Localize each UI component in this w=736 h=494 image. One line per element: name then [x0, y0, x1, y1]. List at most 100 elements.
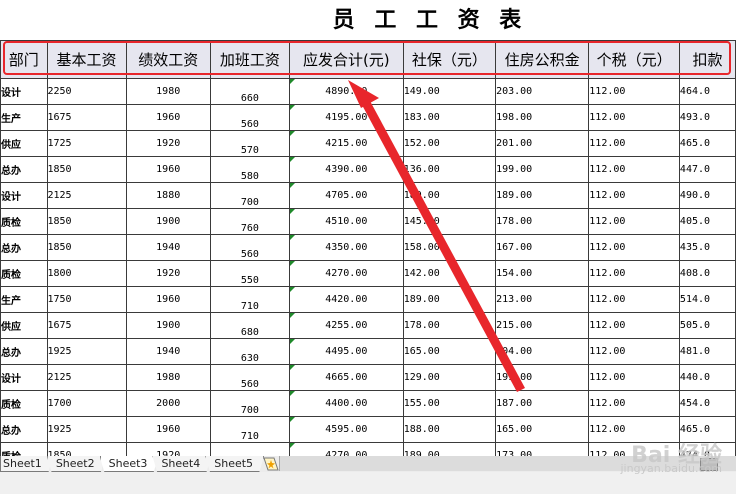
cell-gross[interactable]: 4215.00 [288, 130, 404, 157]
cell-tax[interactable]: 112.00 [588, 260, 680, 287]
cell-overtime[interactable]: 760 [209, 208, 290, 235]
cell-gross[interactable]: 4665.00 [288, 364, 404, 391]
cell-base[interactable]: 2125 [46, 182, 127, 209]
cell-deduction[interactable]: 408.0 [678, 260, 736, 287]
cell-social[interactable]: 189.00 [402, 182, 497, 209]
cell-gross[interactable]: 4510.00 [288, 208, 404, 235]
cell-dept[interactable]: 供应 [0, 130, 48, 157]
cell-dept[interactable]: 总办 [0, 416, 48, 443]
cell-tax[interactable]: 112.00 [588, 234, 680, 261]
cell-overtime[interactable]: 580 [209, 156, 290, 183]
tab-sheet2[interactable]: Sheet2 [46, 456, 106, 472]
cell-tax[interactable]: 112.00 [588, 130, 680, 157]
cell-overtime[interactable]: 560 [209, 104, 290, 131]
cell-deduction[interactable]: 464.0 [678, 78, 736, 105]
cell-dept[interactable]: 生产 [0, 104, 48, 131]
cell-housing[interactable]: 213.00 [495, 286, 590, 313]
cell-social[interactable]: 142.00 [402, 260, 497, 287]
cell-performance[interactable]: 1920 [125, 130, 211, 157]
cell-base[interactable]: 2250 [46, 78, 127, 105]
cell-social[interactable]: 183.00 [402, 104, 497, 131]
cell-base[interactable]: 1750 [46, 286, 127, 313]
cell-base[interactable]: 1850 [46, 234, 127, 261]
cell-tax[interactable]: 112.00 [588, 104, 680, 131]
cell-performance[interactable]: 1960 [125, 416, 211, 443]
cell-deduction[interactable]: 454.0 [678, 390, 736, 417]
cell-performance[interactable]: 1980 [125, 364, 211, 391]
add-sheet-icon[interactable] [262, 457, 280, 471]
tab-sheet3[interactable]: Sheet3 [99, 456, 159, 472]
cell-social[interactable]: 149.00 [402, 78, 497, 105]
cell-performance[interactable]: 1980 [125, 78, 211, 105]
cell-dept[interactable]: 总办 [0, 156, 48, 183]
cell-housing[interactable]: 167.00 [495, 234, 590, 261]
horizontal-scrollbar[interactable] [279, 456, 736, 471]
cell-performance[interactable]: 1960 [125, 156, 211, 183]
scrollbar-thumb[interactable] [700, 458, 718, 471]
cell-deduction[interactable]: 440.0 [678, 364, 736, 391]
cell-deduction[interactable]: 447.0 [678, 156, 736, 183]
cell-deduction[interactable]: 493.0 [678, 104, 736, 131]
column-header-base[interactable]: 基本工资 [46, 40, 127, 79]
cell-gross[interactable]: 4390.00 [288, 156, 404, 183]
cell-tax[interactable]: 112.00 [588, 182, 680, 209]
cell-deduction[interactable]: 505.0 [678, 312, 736, 339]
cell-base[interactable]: 1850 [46, 208, 127, 235]
cell-social[interactable]: 145.00 [402, 208, 497, 235]
cell-tax[interactable]: 112.00 [588, 312, 680, 339]
cell-gross[interactable]: 4890.00 [288, 78, 404, 105]
cell-gross[interactable]: 4350.00 [288, 234, 404, 261]
cell-social[interactable]: 155.00 [402, 390, 497, 417]
cell-tax[interactable]: 112.00 [588, 78, 680, 105]
column-header-performance[interactable]: 绩效工资 [125, 40, 211, 79]
column-header-social[interactable]: 社保（元） [402, 40, 497, 79]
column-header-housing[interactable]: 住房公积金 [495, 40, 590, 79]
cell-social[interactable]: 129.00 [402, 364, 497, 391]
cell-overtime[interactable]: 710 [209, 286, 290, 313]
cell-performance[interactable]: 2000 [125, 390, 211, 417]
cell-housing[interactable]: 199.00 [495, 156, 590, 183]
cell-performance[interactable]: 1960 [125, 286, 211, 313]
cell-base[interactable]: 1850 [46, 156, 127, 183]
cell-dept[interactable]: 质检 [0, 260, 48, 287]
cell-social[interactable]: 152.00 [402, 130, 497, 157]
column-header-gross[interactable]: 应发合计(元) [288, 40, 404, 79]
cell-social[interactable]: 178.00 [402, 312, 497, 339]
cell-overtime[interactable]: 710 [209, 416, 290, 443]
cell-dept[interactable]: 总办 [0, 338, 48, 365]
cell-overtime[interactable]: 700 [209, 390, 290, 417]
cell-overtime[interactable]: 550 [209, 260, 290, 287]
cell-base[interactable]: 2125 [46, 364, 127, 391]
cell-overtime[interactable]: 700 [209, 182, 290, 209]
cell-dept[interactable]: 生产 [0, 286, 48, 313]
cell-housing[interactable]: 189.00 [495, 182, 590, 209]
cell-overtime[interactable]: 680 [209, 312, 290, 339]
cell-gross[interactable]: 4195.00 [288, 104, 404, 131]
cell-housing[interactable]: 204.00 [495, 338, 590, 365]
cell-gross[interactable]: 4400.00 [288, 390, 404, 417]
cell-base[interactable]: 1675 [46, 312, 127, 339]
cell-performance[interactable]: 1960 [125, 104, 211, 131]
cell-housing[interactable]: 199.00 [495, 364, 590, 391]
column-header-overtime[interactable]: 加班工资 [209, 40, 290, 79]
cell-social[interactable]: 136.00 [402, 156, 497, 183]
column-header-tax[interactable]: 个税（元） [588, 40, 680, 79]
cell-deduction[interactable]: 465.0 [678, 416, 736, 443]
cell-performance[interactable]: 1900 [125, 208, 211, 235]
cell-gross[interactable]: 4270.00 [288, 260, 404, 287]
cell-overtime[interactable]: 660 [209, 78, 290, 105]
column-header-deduction[interactable]: 扣款 [678, 40, 736, 79]
cell-housing[interactable]: 187.00 [495, 390, 590, 417]
cell-housing[interactable]: 215.00 [495, 312, 590, 339]
cell-dept[interactable]: 质检 [0, 208, 48, 235]
cell-performance[interactable]: 1920 [125, 260, 211, 287]
cell-housing[interactable]: 154.00 [495, 260, 590, 287]
cell-social[interactable]: 165.00 [402, 338, 497, 365]
cell-tax[interactable]: 112.00 [588, 390, 680, 417]
cell-dept[interactable]: 总办 [0, 234, 48, 261]
cell-deduction[interactable]: 465.0 [678, 130, 736, 157]
cell-performance[interactable]: 1900 [125, 312, 211, 339]
cell-social[interactable]: 188.00 [402, 416, 497, 443]
cell-housing[interactable]: 178.00 [495, 208, 590, 235]
tab-sheet4[interactable]: Sheet4 [152, 456, 212, 472]
